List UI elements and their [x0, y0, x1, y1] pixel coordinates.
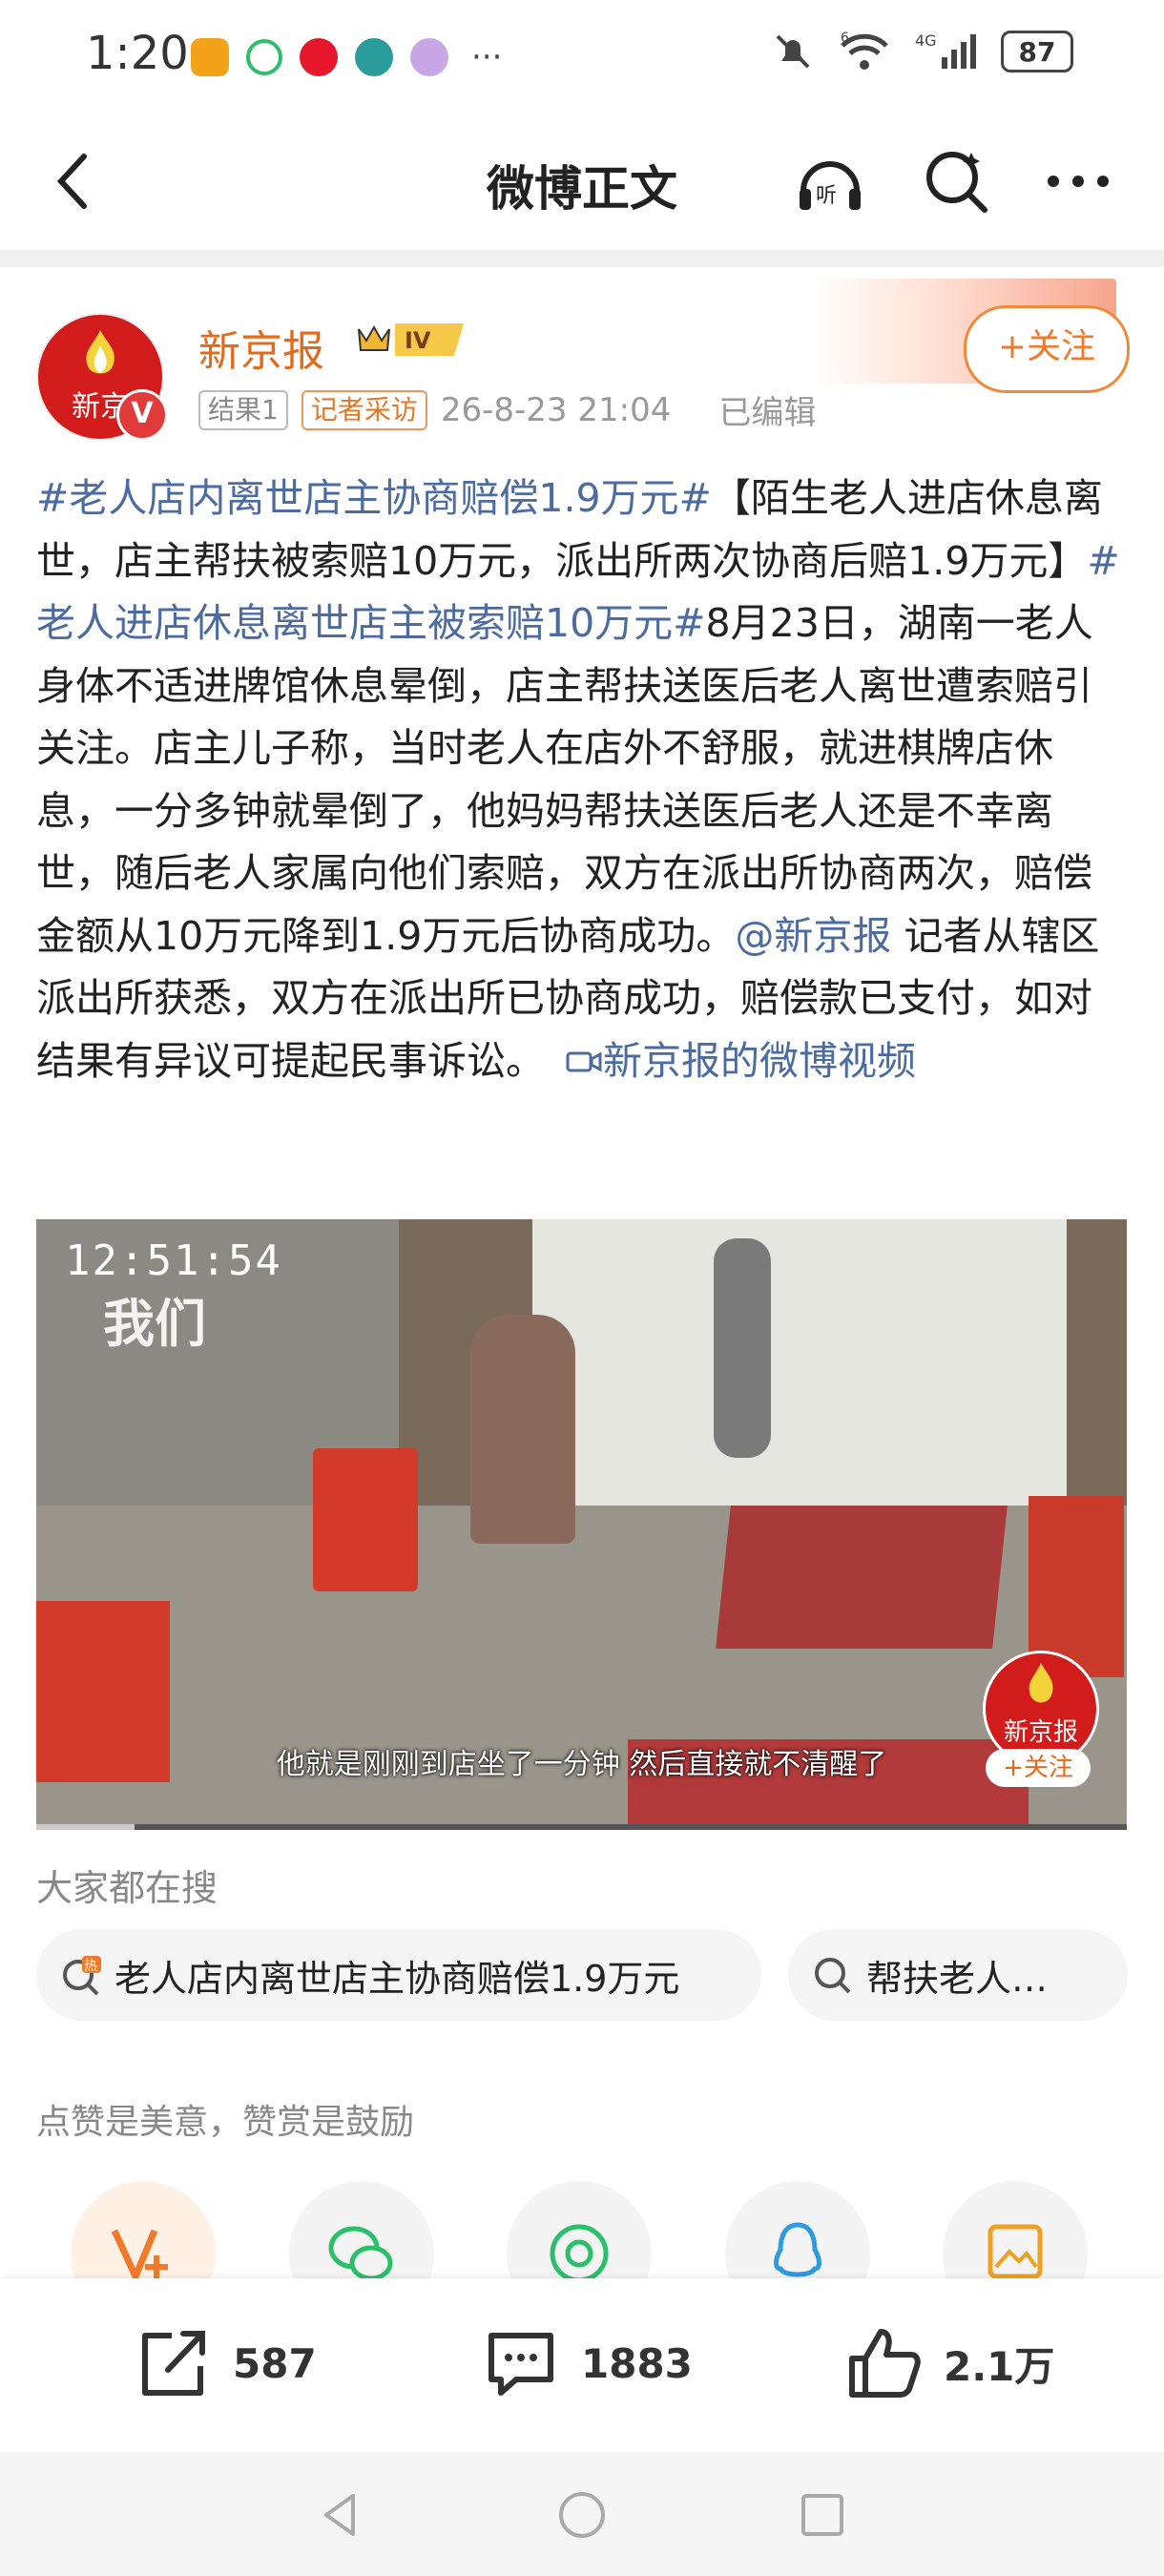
- more-notifications-icon: ···: [471, 38, 503, 76]
- video-watermark: 我们: [103, 1294, 206, 1354]
- nav-recents-icon[interactable]: [796, 2488, 849, 2542]
- flame-logo-icon: [1029, 1663, 1053, 1703]
- app-notification-icon: [355, 38, 393, 76]
- like-note: 点赞是美意，赞赏是鼓励: [36, 2103, 415, 2142]
- result-tag: 结果1: [198, 389, 288, 430]
- video-link-label: 新京报的微博视频: [603, 1037, 917, 1084]
- repost-icon: [142, 2331, 205, 2396]
- mute-bell-icon: [776, 34, 810, 69]
- wifi-icon: 6: [841, 31, 888, 70]
- share-row: [0, 2175, 1164, 2326]
- verified-badge: V: [116, 389, 168, 441]
- app-notification-icon: [191, 38, 229, 76]
- video-follow-button[interactable]: +关注: [986, 1749, 1091, 1787]
- post-body: #老人店内离世店主协商赔偿1.9万元#【陌生老人进店休息离世，店主帮扶被索赔10…: [36, 467, 1129, 1092]
- edited-label: 已编辑: [718, 394, 817, 432]
- notification-icons: ···: [191, 38, 502, 76]
- post-action-bar: 587 1883 2.1万: [0, 2278, 1164, 2452]
- video-camera-icon: [566, 1050, 602, 1072]
- hot-search-icon: 热: [63, 1956, 101, 1996]
- svg-text:热: 热: [84, 1959, 97, 1974]
- search-chip-label: 老人店内离世店主协商赔偿1.9万元: [114, 1957, 680, 2000]
- app-notification-icon: [246, 39, 282, 75]
- search-chip[interactable]: 热 老人店内离世店主协商赔偿1.9万元: [36, 1929, 761, 2021]
- repost-count: 587: [233, 2339, 317, 2387]
- signal-icon: 4G: [915, 31, 976, 69]
- comment-count: 1883: [581, 2339, 693, 2387]
- trending-search-heading: 大家都在搜: [36, 1867, 218, 1909]
- search-chip[interactable]: 帮扶老人…: [788, 1929, 1128, 2021]
- svg-text:听: 听: [816, 184, 837, 208]
- system-navigation-bar: [0, 2452, 1164, 2576]
- video-player[interactable]: 12:51:54 我们 他就是刚刚到店坐了一分钟 然后直接就不清醒了 新京报 +…: [36, 1219, 1127, 1830]
- video-timestamp-overlay: 12:51:54: [65, 1236, 282, 1285]
- svg-text:4G: 4G: [915, 31, 937, 50]
- more-options-icon[interactable]: [1040, 143, 1116, 219]
- video-progress-bar[interactable]: [36, 1824, 1127, 1830]
- video-link[interactable]: 新京报的微博视频: [557, 1038, 916, 1084]
- hashtag-link[interactable]: #老人店内离世店主协商赔偿1.9万元#: [36, 475, 712, 521]
- like-button[interactable]: 2.1万: [844, 2324, 1054, 2402]
- post-timestamp: 26-8-23 21:04: [440, 390, 672, 429]
- video-subtitle: 他就是刚刚到店坐了一分钟 然后直接就不清醒了: [276, 1748, 887, 1781]
- comment-button[interactable]: 1883: [482, 2324, 693, 2402]
- app-notification-icon: [410, 38, 448, 76]
- level-badge-icon: IV: [358, 323, 464, 356]
- mention-link[interactable]: @新京报: [735, 913, 891, 959]
- system-indicators: 6 4G 87: [772, 31, 1073, 73]
- follow-button[interactable]: +关注: [964, 305, 1130, 393]
- status-bar: 1:20 ··· 6 4G 87: [0, 0, 1164, 114]
- interview-tag: 记者采访: [301, 389, 427, 430]
- post-meta: 结果1 记者采访 26-8-23 21:04 已编辑: [198, 386, 816, 433]
- like-count: 2.1万: [944, 2342, 1055, 2390]
- video-progress-fill: [36, 1824, 135, 1830]
- thumbs-up-icon: [849, 2329, 921, 2398]
- listen-headphones-icon[interactable]: 听: [792, 143, 868, 219]
- battery-indicator: 87: [1001, 31, 1073, 73]
- nav-home-icon[interactable]: [555, 2488, 609, 2542]
- flame-logo-icon: [86, 330, 114, 374]
- svg-text:IV: IV: [405, 327, 431, 354]
- search-chip-label: 帮扶老人…: [866, 1957, 1049, 2000]
- search-icon: [815, 1958, 851, 1994]
- author-name[interactable]: 新京报: [198, 317, 324, 378]
- clock: 1:20: [86, 27, 189, 80]
- section-divider: [0, 250, 1164, 267]
- nav-back-icon[interactable]: [315, 2488, 368, 2542]
- video-logo-text: 新京报: [1003, 1718, 1078, 1747]
- weibo-icon: [300, 38, 338, 76]
- repost-button[interactable]: 587: [134, 2324, 317, 2402]
- svg-text:6: 6: [841, 31, 849, 46]
- search-icon[interactable]: [918, 143, 994, 219]
- post-text: 8月23日，湖南一老人身体不适进牌馆休息晕倒，店主帮扶送医后老人离世遭索赔引关注…: [36, 600, 1093, 959]
- comment-icon: [488, 2333, 553, 2396]
- top-nav: 微博正文 听: [0, 114, 1164, 248]
